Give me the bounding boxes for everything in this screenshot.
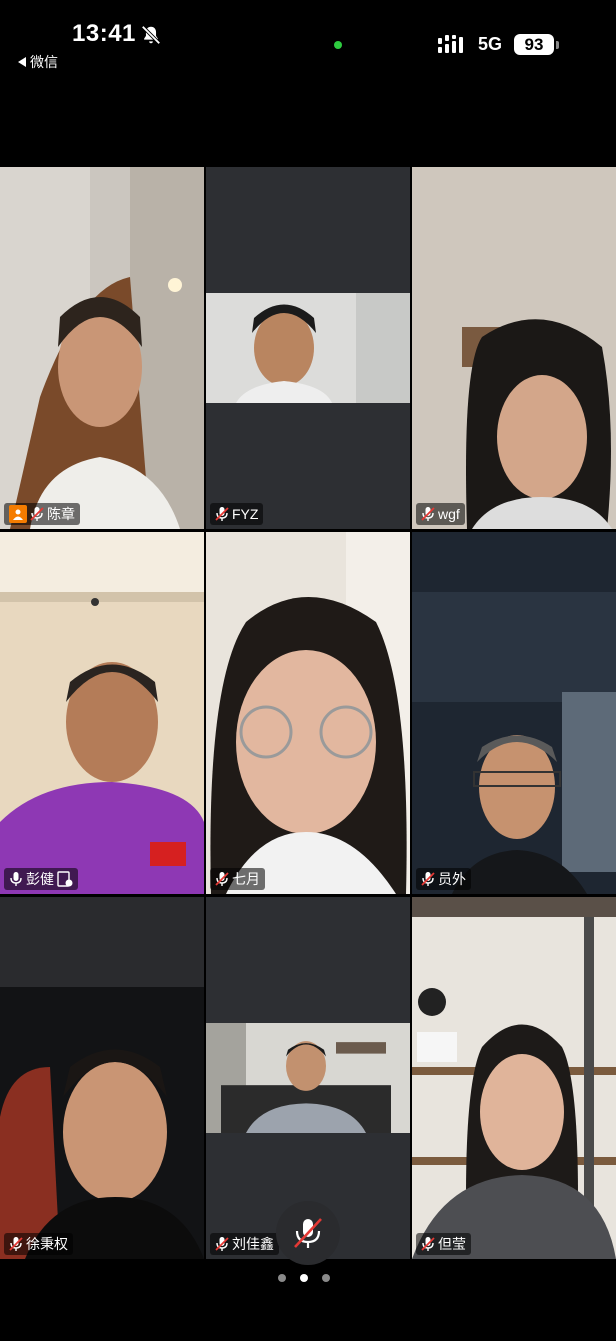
participant-name: 但莹: [438, 1236, 466, 1252]
participant-name-tag: 陈章: [4, 503, 80, 525]
participant-name-tag: wgf: [416, 503, 465, 525]
participant-name-tag: 徐秉权: [4, 1233, 73, 1255]
participant-tile[interactable]: 徐秉权: [0, 897, 204, 1259]
participant-tile[interactable]: 但莹: [412, 897, 616, 1259]
video-feed: [412, 532, 616, 894]
participant-name-tag: FYZ: [210, 503, 264, 525]
participant-name: 陈章: [47, 506, 75, 522]
video-feed: [412, 897, 616, 1259]
mic-muted-icon: [215, 872, 229, 886]
signal-icon: [438, 35, 463, 53]
back-label: 微信: [30, 54, 58, 70]
participant-tile[interactable]: 陈章: [0, 167, 204, 529]
privacy-indicator-dot: [334, 41, 342, 49]
mic-muted-icon: [421, 1237, 435, 1251]
video-feed: [412, 167, 616, 529]
page-dot-active[interactable]: [300, 1274, 308, 1282]
mic-muted-icon: [215, 1237, 229, 1251]
video-feed: [0, 897, 204, 1259]
participant-name-tag: 七月: [210, 868, 265, 890]
mic-muted-icon: [215, 507, 229, 521]
mic-muted-icon: [294, 1218, 322, 1248]
mic-muted-icon: [421, 507, 435, 521]
participant-tile[interactable]: 彭健: [0, 532, 204, 894]
video-feed: [206, 1023, 410, 1133]
video-feed: [0, 532, 204, 894]
mic-muted-icon: [421, 872, 435, 886]
status-bar: 13:41 微信 5G 93: [0, 0, 616, 80]
battery-level: 93: [524, 34, 544, 54]
back-to-app-button[interactable]: 微信: [18, 52, 58, 72]
participant-name: FYZ: [232, 506, 259, 522]
page-dot[interactable]: [278, 1274, 286, 1282]
participant-tile[interactable]: 员外: [412, 532, 616, 894]
participant-name: 徐秉权: [26, 1236, 68, 1252]
mic-muted-icon: [30, 507, 44, 521]
participant-name: wgf: [438, 506, 460, 522]
video-feed: [206, 293, 410, 403]
participant-tile[interactable]: FYZ: [206, 167, 410, 529]
participant-tile[interactable]: 七月: [206, 532, 410, 894]
participant-name: 彭健: [26, 871, 54, 887]
participant-name-tag: 刘佳鑫: [210, 1233, 279, 1255]
screen-share-icon: [57, 871, 73, 887]
participant-name: 七月: [232, 871, 260, 887]
page-indicator[interactable]: [278, 1274, 330, 1282]
clock: 13:41: [72, 20, 136, 47]
participant-tile[interactable]: wgf: [412, 167, 616, 529]
battery-icon: 93: [514, 34, 554, 55]
participant-name-tag: 员外: [416, 868, 471, 890]
participant-name: 员外: [438, 871, 466, 887]
mic-icon: [10, 872, 22, 886]
host-badge-icon: [9, 505, 27, 523]
video-feed: [206, 532, 410, 894]
back-arrow-icon: [18, 57, 26, 67]
participant-name-tag: 彭健: [4, 868, 78, 890]
bell-muted-icon: [141, 25, 161, 45]
participant-name: 刘佳鑫: [232, 1236, 274, 1252]
mic-muted-icon: [9, 1237, 23, 1251]
video-feed: [0, 167, 204, 529]
network-type: 5G: [478, 34, 503, 54]
battery-cap: [556, 41, 559, 49]
mute-toggle-button[interactable]: [276, 1201, 340, 1265]
page-dot[interactable]: [322, 1274, 330, 1282]
participant-name-tag: 但莹: [416, 1233, 471, 1255]
